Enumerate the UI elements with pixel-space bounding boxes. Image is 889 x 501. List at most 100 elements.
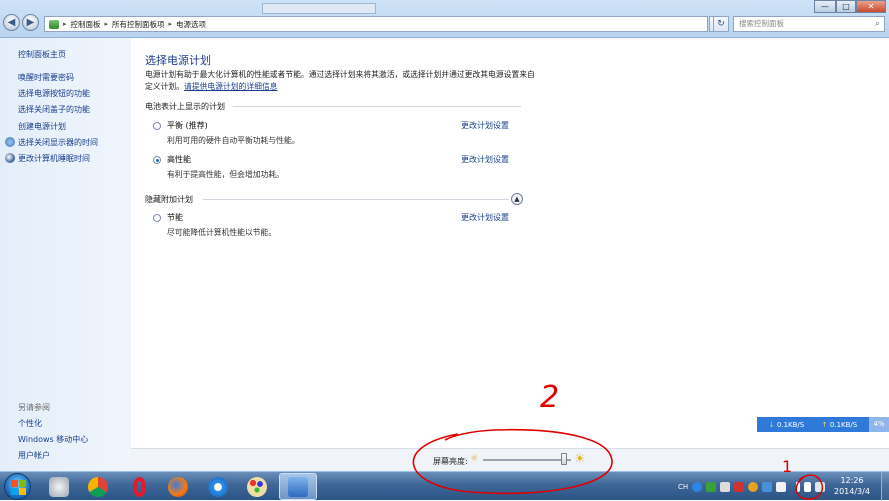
language-indicator[interactable]: CH bbox=[678, 483, 688, 491]
see-also-label: 另请参阅 bbox=[18, 403, 50, 412]
refresh-button[interactable]: ↻ bbox=[713, 16, 729, 32]
taskbar-chrome[interactable] bbox=[79, 473, 117, 500]
plan-details-link[interactable]: 请提供电源计划的详细信息 bbox=[184, 82, 278, 91]
wifi-signal-icon[interactable] bbox=[790, 481, 801, 492]
sidebar-item-sleep-time[interactable]: 更改计算机睡眠时间 bbox=[18, 153, 90, 164]
back-button[interactable]: ◀ bbox=[3, 14, 20, 31]
main-panel: 选择电源计划 电源计划有助于最大化计算机的性能或者节能。通过选择计划来将其激活，… bbox=[131, 38, 889, 448]
start-button[interactable] bbox=[4, 473, 31, 500]
usage-percent: 4% bbox=[869, 417, 889, 432]
change-plan-settings-link[interactable]: 更改计划设置 bbox=[461, 120, 509, 131]
section-divider bbox=[233, 106, 521, 107]
brightness-slider-track[interactable] bbox=[483, 459, 571, 461]
page-description: 电源计划有助于最大化计算机的性能或者节能。通过选择计划来将其激活，或选择计划并通… bbox=[145, 69, 537, 93]
search-input[interactable]: 搜索控制面板 ⌕ bbox=[733, 16, 885, 32]
paint-palette-icon bbox=[247, 476, 267, 497]
radio-balanced[interactable] bbox=[153, 122, 161, 130]
download-speed: 0.1KB/S bbox=[776, 420, 805, 429]
taskbar-control-panel[interactable] bbox=[279, 473, 317, 500]
section-shown-plans: 电池表计上显示的计划 bbox=[145, 102, 225, 111]
close-button[interactable]: ✕ bbox=[856, 0, 886, 13]
sidebar-item-display-off[interactable]: 选择关闭显示器的时间 bbox=[18, 137, 98, 148]
see-also-mobility-center[interactable]: Windows 移动中心 bbox=[18, 434, 88, 445]
ime-icon[interactable] bbox=[720, 481, 731, 492]
chevron-up-icon: ▲ bbox=[514, 195, 520, 203]
breadcrumb-power-options[interactable]: 电源选项 bbox=[176, 19, 206, 30]
control-panel-icon bbox=[49, 19, 59, 29]
page-title: 选择电源计划 bbox=[145, 54, 211, 67]
sidebar: 控制面板主页 唤醒时需要密码 选择电源按钮的功能 选择关闭盖子的功能 创建电源计… bbox=[0, 38, 131, 471]
sidebar-home-link[interactable]: 控制面板主页 bbox=[18, 49, 66, 60]
see-also-user-accounts[interactable]: 用户帐户 bbox=[18, 450, 50, 461]
back-arrow-icon: ◀ bbox=[7, 17, 16, 28]
opera-icon bbox=[132, 476, 146, 497]
windows-logo-icon bbox=[11, 480, 18, 487]
change-plan-settings-link[interactable]: 更改计划设置 bbox=[461, 154, 509, 165]
show-desktop-button[interactable] bbox=[881, 472, 889, 501]
clock-time: 12:26 bbox=[840, 476, 864, 485]
maximize-button[interactable]: □ bbox=[836, 0, 856, 13]
keyboard-icon[interactable] bbox=[706, 481, 717, 492]
volume-icon[interactable] bbox=[815, 481, 826, 492]
display-icon bbox=[5, 137, 15, 147]
upload-speed: 0.1KB/S bbox=[829, 420, 858, 429]
brightness-slider-thumb[interactable] bbox=[560, 453, 567, 465]
taskbar-paint[interactable] bbox=[238, 473, 276, 500]
title-bar: ◀ ▶ ▸ 控制面板 ▸ 所有控制面板项 ▸ 电源选项 ▾ ↻ 搜索控制面板 ⌕… bbox=[0, 0, 889, 38]
search-icon: ⌕ bbox=[874, 19, 880, 29]
sidebar-item-wake-password[interactable]: 唤醒时需要密码 bbox=[18, 72, 74, 83]
radio-high-performance[interactable] bbox=[153, 156, 161, 164]
change-plan-settings-link[interactable]: 更改计划设置 bbox=[461, 212, 509, 223]
breadcrumb-all-items[interactable]: 所有控制面板项 bbox=[112, 19, 165, 30]
dim-sun-icon: ☼ bbox=[470, 454, 479, 464]
taskbar-chess-app[interactable] bbox=[40, 473, 78, 500]
shield-icon[interactable] bbox=[762, 481, 773, 492]
breadcrumb-control-panel[interactable]: 控制面板 bbox=[71, 19, 101, 30]
taskbar-opera[interactable] bbox=[120, 473, 158, 500]
plan-description: 有利于提高性能，但会增加功耗。 bbox=[167, 170, 284, 179]
address-bar[interactable]: ▸ 控制面板 ▸ 所有控制面板项 ▸ 电源选项 bbox=[44, 16, 708, 32]
battery-icon[interactable] bbox=[804, 481, 812, 492]
plan-name: 节能 bbox=[167, 213, 183, 222]
search-placeholder: 搜索控制面板 bbox=[739, 19, 784, 28]
taskbar-firefox[interactable] bbox=[159, 473, 197, 500]
security-icon[interactable] bbox=[734, 481, 745, 492]
forward-arrow-icon: ▶ bbox=[26, 17, 35, 28]
background-window-tab[interactable] bbox=[262, 3, 376, 14]
taskbar-internet-explorer[interactable] bbox=[199, 473, 237, 500]
see-also-personalization[interactable]: 个性化 bbox=[18, 418, 42, 429]
upload-arrow-icon: ↑ bbox=[821, 420, 828, 429]
flag-icon[interactable] bbox=[776, 481, 787, 492]
download-arrow-icon: ↓ bbox=[768, 420, 775, 429]
section-divider bbox=[203, 199, 509, 200]
tray-app-icon[interactable] bbox=[748, 481, 759, 492]
plan-name: 平衡 (推荐) bbox=[167, 121, 208, 130]
taskbar: CH 12:26 2014/3/4 bbox=[0, 471, 889, 501]
section-hidden-plans: 隐藏附加计划 bbox=[145, 195, 193, 204]
sidebar-item-power-buttons[interactable]: 选择电源按钮的功能 bbox=[18, 88, 90, 99]
refresh-icon: ↻ bbox=[717, 19, 725, 29]
sidebar-item-lid-close[interactable]: 选择关闭盖子的功能 bbox=[18, 104, 90, 115]
clock-date: 2014/3/4 bbox=[834, 487, 870, 496]
network-speed-widget[interactable]: ↓ 0.1KB/S ↑ 0.1KB/S 4% bbox=[757, 417, 889, 432]
collapse-toggle-button[interactable]: ▲ bbox=[511, 193, 523, 205]
sleep-moon-icon bbox=[5, 153, 15, 163]
plan-description: 尽可能降低计算机性能以节能。 bbox=[167, 228, 277, 237]
chess-icon bbox=[49, 476, 69, 497]
help-icon[interactable] bbox=[692, 481, 703, 492]
system-tray: CH bbox=[678, 472, 826, 501]
minimize-button[interactable]: — bbox=[814, 0, 836, 13]
brightness-bar: 屏幕亮度: ☼ ☀ bbox=[131, 448, 889, 471]
window-controls: — □ ✕ bbox=[814, 0, 886, 13]
control-panel-icon bbox=[288, 476, 308, 497]
sidebar-item-create-plan[interactable]: 创建电源计划 bbox=[18, 121, 66, 132]
internet-explorer-icon bbox=[208, 476, 228, 497]
clock[interactable]: 12:26 2014/3/4 bbox=[834, 475, 870, 497]
plan-name: 高性能 bbox=[167, 155, 191, 164]
forward-button[interactable]: ▶ bbox=[22, 14, 39, 31]
chrome-icon bbox=[88, 476, 108, 497]
brightness-label: 屏幕亮度: bbox=[433, 457, 468, 466]
bright-sun-icon: ☀ bbox=[574, 452, 586, 467]
plan-description: 利用可用的硬件自动平衡功耗与性能。 bbox=[167, 136, 300, 145]
radio-power-saver[interactable] bbox=[153, 214, 161, 222]
